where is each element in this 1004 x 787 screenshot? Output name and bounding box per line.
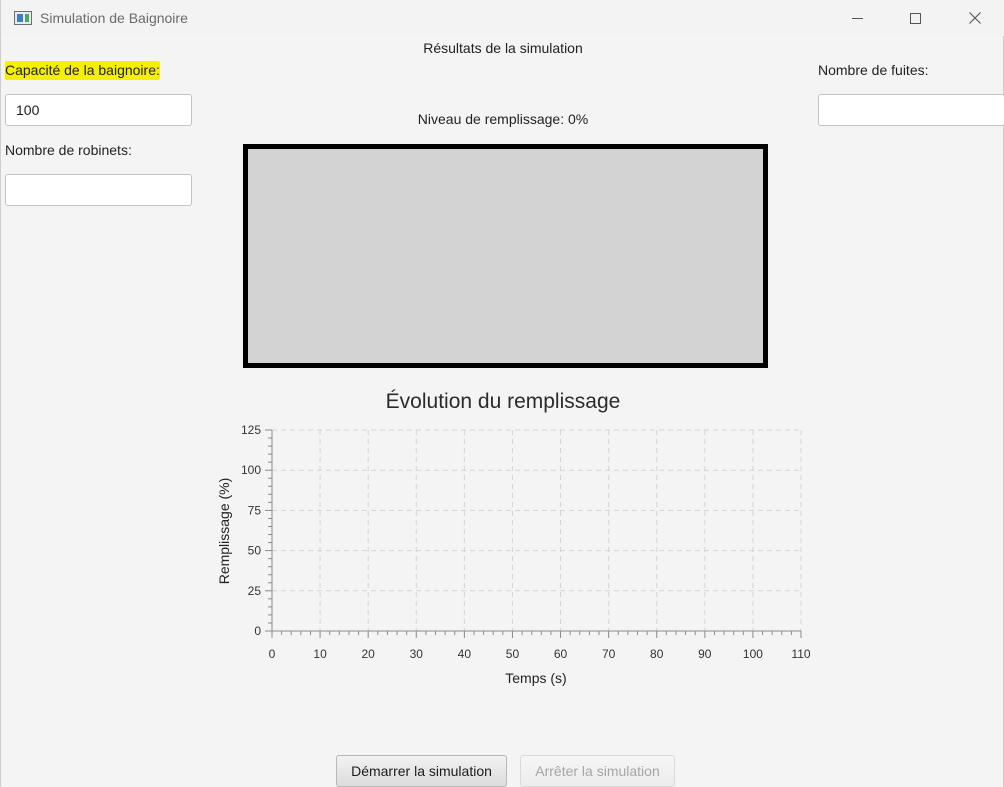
y-axis-title: Remplissage (%) (216, 478, 232, 585)
chart-axes (271, 430, 801, 632)
x-tick-label: 70 (602, 647, 616, 661)
y-tick-label: 0 (254, 624, 261, 638)
y-tick-label: 25 (248, 584, 262, 598)
close-button[interactable] (952, 0, 998, 36)
stop-simulation-button[interactable]: Arrêter la simulation (520, 755, 675, 787)
chart-grid (272, 429, 802, 631)
capacity-label: Capacité de la baignoire: (5, 61, 160, 80)
x-tick-label: 30 (410, 647, 424, 661)
x-tick-label: 110 (791, 647, 810, 661)
maximize-icon (909, 12, 921, 24)
x-tick-label: 60 (554, 647, 568, 661)
y-tick-label: 125 (241, 423, 261, 437)
chart-title: Évolution du remplissage (385, 390, 621, 413)
x-tick-label: 50 (506, 647, 520, 661)
fill-level-label: Niveau de remplissage: 0% (417, 111, 589, 127)
x-tick-label: 80 (650, 647, 664, 661)
y-tick-label: 75 (248, 503, 262, 517)
x-tick-label: 10 (313, 647, 327, 661)
minimize-button[interactable] (834, 0, 880, 36)
leaks-label: Nombre de fuites: (818, 62, 929, 78)
x-tick-label: 90 (698, 647, 712, 661)
results-title: Résultats de la simulation (423, 40, 583, 56)
x-tick-label: 0 (269, 647, 276, 661)
chart-ticks: 0 10 20 30 40 50 60 70 80 90 100 110 0 25 50 75 100 125 (241, 423, 811, 661)
app-window: Simulation de Baignoire Capacité de la b… (0, 0, 1004, 787)
title-bar[interactable]: Simulation de Baignoire (1, 0, 1004, 36)
capacity-label-text: Capacité de la baignoire: (5, 61, 160, 80)
fill-chart: 0 10 20 30 40 50 60 70 80 90 100 110 0 25 50 75 100 125 T… (216, 423, 811, 686)
faucets-input[interactable] (5, 174, 192, 206)
start-simulation-button[interactable]: Démarrer la simulation (336, 755, 507, 787)
y-tick-label: 100 (241, 463, 261, 477)
maximize-button[interactable] (892, 0, 938, 36)
y-tick-label: 50 (248, 544, 262, 558)
x-axis-title: Temps (s) (505, 670, 566, 686)
window-title: Simulation de Baignoire (40, 10, 188, 26)
faucets-label: Nombre de robinets: (5, 142, 132, 158)
bathtub-visual (243, 144, 768, 368)
x-tick-label: 100 (743, 647, 763, 661)
close-icon (969, 12, 981, 24)
app-icon (14, 11, 32, 25)
x-tick-label: 40 (458, 647, 472, 661)
minimize-icon (851, 17, 863, 19)
x-tick-label: 20 (362, 647, 376, 661)
